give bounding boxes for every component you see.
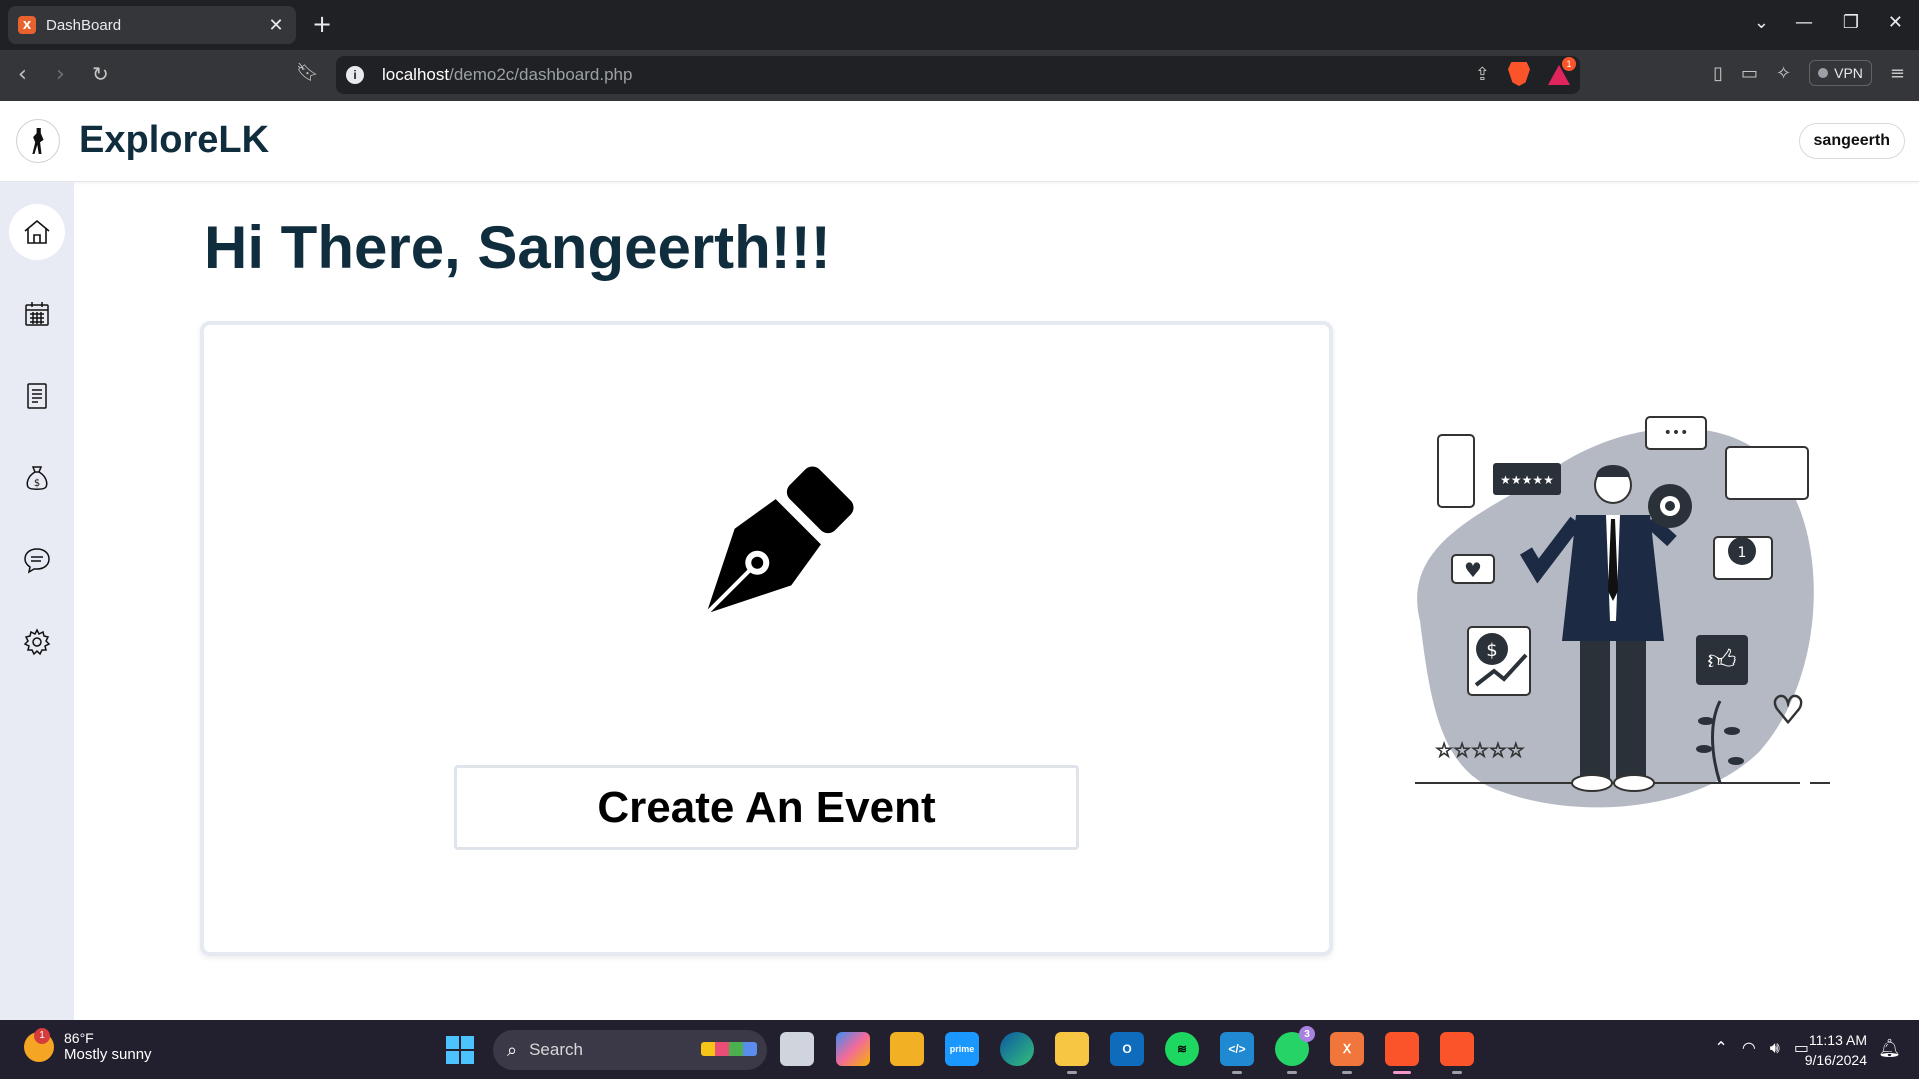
- svg-text:★★★★★: ★★★★★: [1500, 473, 1554, 487]
- document-icon: [27, 383, 47, 409]
- app-header: ExploreLK sangeerth: [0, 101, 1919, 182]
- close-window-icon[interactable]: ✕: [1888, 12, 1903, 33]
- svg-text:♥: ♥: [1464, 558, 1482, 582]
- url-host: localhost: [382, 65, 450, 84]
- reload-icon[interactable]: ↻: [92, 62, 109, 86]
- bookmark-icon[interactable]: 🔖︎: [296, 62, 319, 83]
- whatsapp-badge: 3: [1299, 1026, 1315, 1042]
- back-icon[interactable]: ‹: [18, 62, 27, 87]
- browser-tab-bar: ꓫ DashBoard ✕ + ⌄ — ❐ ✕: [0, 0, 1919, 50]
- wallet-icon[interactable]: ▭: [1741, 63, 1758, 84]
- copilot-icon[interactable]: [836, 1032, 870, 1066]
- brand-logo[interactable]: [16, 119, 60, 163]
- xampp-icon[interactable]: ꓫ: [1330, 1032, 1364, 1074]
- edge-icon[interactable]: [1000, 1032, 1034, 1066]
- new-tab-icon[interactable]: +: [312, 10, 332, 38]
- brand-name[interactable]: ExploreLK: [79, 119, 269, 162]
- clock-time: 11:13 AM: [1808, 1032, 1867, 1048]
- svg-text:♡: ♡: [1771, 688, 1805, 732]
- businessman-illustration: ★★★★★ ••• ♥ $ 1 👍︎ ♡ ☆☆☆☆☆: [1415, 416, 1830, 808]
- vpn-label: VPN: [1834, 65, 1863, 81]
- outlook-icon[interactable]: O: [1110, 1032, 1144, 1066]
- svg-text:👍︎: 👍︎: [1707, 643, 1736, 676]
- volume-icon[interactable]: 🔊︎: [1770, 1038, 1780, 1058]
- weather-widget[interactable]: 1 86°F Mostly sunny: [24, 1027, 152, 1063]
- svg-text:•••: •••: [1664, 425, 1689, 441]
- site-info-icon[interactable]: i: [346, 66, 364, 84]
- brave-browser-icon[interactable]: [1385, 1032, 1419, 1074]
- tab-search-chevron-icon[interactable]: ⌄: [1754, 12, 1769, 33]
- address-bar[interactable]: i localhost/demo2c/dashboard.php ⇪ 1: [336, 56, 1580, 94]
- tab-title: DashBoard: [46, 16, 122, 34]
- browser-toolbar: ‹ › ↻ 🔖︎ i localhost/demo2c/dashboard.ph…: [0, 50, 1919, 101]
- weather-temp: 86°F: [64, 1030, 94, 1046]
- medal-app-icon[interactable]: [890, 1032, 924, 1066]
- taskbar-search[interactable]: ⌕ Search: [493, 1030, 767, 1070]
- svg-text:$: $: [34, 478, 40, 489]
- user-menu-button[interactable]: sangeerth: [1798, 123, 1905, 159]
- sidebar-item-home[interactable]: [9, 204, 65, 260]
- svg-text:1: 1: [1738, 545, 1747, 561]
- sidebar-item-budget[interactable]: $: [9, 450, 65, 506]
- wifi-icon[interactable]: ◠: [1742, 1038, 1756, 1058]
- fountain-pen-icon: [704, 466, 854, 616]
- file-explorer-icon[interactable]: [1055, 1032, 1089, 1074]
- chat-icon: [24, 548, 50, 574]
- calendar-icon: [25, 302, 49, 326]
- leo-ai-icon[interactable]: ✧: [1776, 63, 1791, 84]
- brave-browser-secondary-icon[interactable]: [1440, 1032, 1474, 1074]
- minimize-icon[interactable]: —: [1795, 12, 1813, 33]
- close-tab-icon[interactable]: ✕: [266, 15, 286, 36]
- sidebar: $: [0, 182, 74, 1020]
- sun-icon: 1: [24, 1027, 54, 1062]
- svg-text:$: $: [1486, 640, 1497, 661]
- money-bag-icon: $: [26, 466, 48, 490]
- search-icon: ⌕: [507, 1039, 518, 1061]
- forward-icon[interactable]: ›: [56, 62, 65, 87]
- brave-shields-icon[interactable]: [1508, 62, 1530, 86]
- restore-icon[interactable]: ❐: [1843, 12, 1859, 33]
- brave-rewards-icon[interactable]: 1: [1548, 57, 1576, 85]
- page-title: Hi There, Sangeerth!!!: [204, 214, 831, 281]
- sidebar-toggle-icon[interactable]: ▯: [1713, 63, 1723, 84]
- sidebar-item-documents[interactable]: [9, 368, 65, 424]
- vpn-status-icon: [1818, 68, 1829, 78]
- task-view-icon[interactable]: [780, 1032, 814, 1066]
- taskbar: 1 86°F Mostly sunny ⌕ Search prime O ≋ <…: [0, 1020, 1919, 1079]
- hiker-icon: [32, 128, 44, 154]
- page: ExploreLK sangeerth $ Hi There, Sangeert…: [0, 101, 1919, 1020]
- prime-video-icon[interactable]: prime: [945, 1032, 979, 1066]
- windows-start-icon[interactable]: [446, 1036, 474, 1064]
- system-tray: ⌃ ◠ 🔊︎ ▭: [1714, 1038, 1809, 1058]
- sidebar-item-calendar[interactable]: [9, 286, 65, 342]
- spotify-icon[interactable]: ≋: [1165, 1032, 1199, 1066]
- rewards-badge: 1: [1562, 57, 1576, 71]
- tray-chevron-icon[interactable]: ⌃: [1714, 1038, 1727, 1058]
- create-event-button[interactable]: Create An Event: [454, 765, 1079, 850]
- notification-bell-icon[interactable]: 🔔︎: [1878, 1038, 1901, 1059]
- clock[interactable]: 11:13 AM 9/16/2024: [1805, 1030, 1867, 1070]
- home-icon: [24, 219, 50, 244]
- vscode-icon[interactable]: </>: [1220, 1032, 1254, 1074]
- weather-badge: 1: [34, 1027, 50, 1044]
- share-icon[interactable]: ⇪: [1475, 64, 1490, 85]
- create-event-card: Create An Event: [200, 321, 1333, 956]
- xampp-icon: ꓫ: [18, 16, 36, 34]
- search-label: Search: [529, 1040, 583, 1059]
- browser-tab[interactable]: ꓫ DashBoard ✕: [8, 6, 296, 44]
- search-highlight-icon: [701, 1042, 757, 1056]
- whatsapp-icon[interactable]: 3: [1275, 1026, 1315, 1074]
- url-path: /demo2c/dashboard.php: [449, 65, 633, 84]
- menu-icon[interactable]: ≡: [1890, 63, 1905, 84]
- sidebar-item-messages[interactable]: [9, 532, 65, 588]
- svg-text:☆☆☆☆☆: ☆☆☆☆☆: [1435, 738, 1525, 762]
- sidebar-item-settings[interactable]: [9, 614, 65, 670]
- vpn-button[interactable]: VPN: [1809, 60, 1872, 86]
- gear-icon: [23, 628, 51, 656]
- weather-desc: Mostly sunny: [64, 1046, 152, 1063]
- clock-date: 9/16/2024: [1804, 1052, 1867, 1068]
